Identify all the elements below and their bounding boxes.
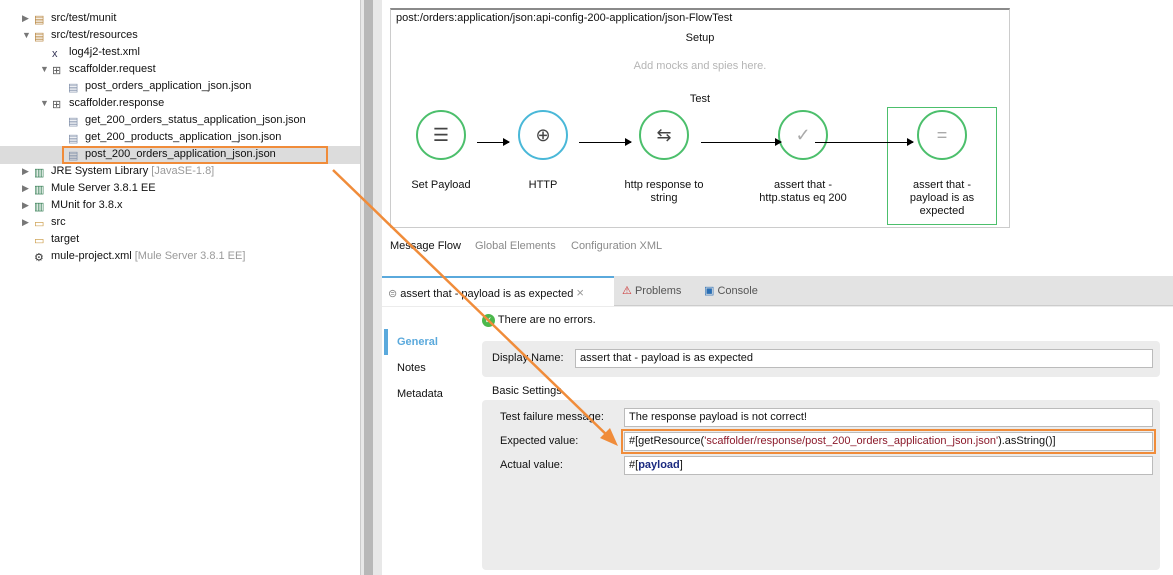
annotation-arrow — [332, 169, 618, 446]
